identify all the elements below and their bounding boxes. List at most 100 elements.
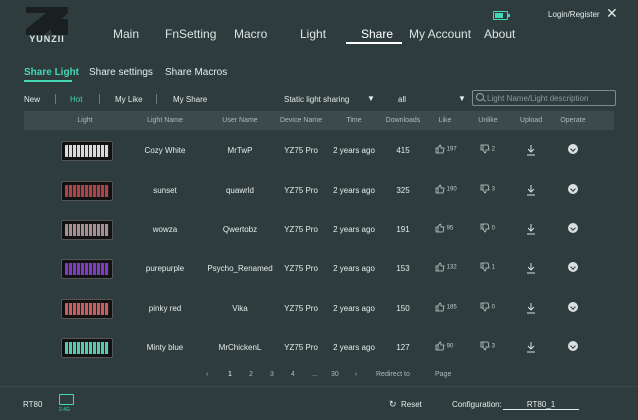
page-3[interactable]: 3: [270, 371, 274, 378]
download-count: 191: [396, 225, 410, 234]
filter-hot[interactable]: Hot: [70, 95, 82, 104]
nav-fnsetting[interactable]: FnSetting: [165, 27, 216, 41]
light-name: sunset: [153, 186, 177, 195]
pagination-next[interactable]: ›: [355, 371, 357, 378]
nav-light[interactable]: Light: [300, 27, 326, 41]
unlike-count: 1: [491, 264, 496, 271]
operate-dropdown-icon[interactable]: [568, 341, 578, 351]
download-icon[interactable]: [526, 262, 536, 274]
col-light: Light: [77, 117, 93, 124]
configuration-label: Configuration:: [452, 400, 502, 409]
thumbs-down-icon: [480, 184, 490, 194]
page-2[interactable]: 2: [249, 371, 253, 378]
nav-main[interactable]: Main: [113, 27, 139, 41]
light-name: pinky red: [148, 304, 182, 313]
thumbs-up-icon: [435, 302, 445, 312]
search-icon: [476, 93, 484, 101]
light-preview-thumbnail[interactable]: [61, 220, 113, 240]
unlike-button[interactable]: 1: [480, 262, 495, 272]
close-icon[interactable]: ✕: [606, 5, 618, 22]
download-icon[interactable]: [526, 184, 536, 196]
like-button[interactable]: 90: [435, 341, 453, 351]
dropdown-arrow-icon[interactable]: ▼: [458, 94, 466, 103]
thumbs-down-icon: [480, 341, 490, 351]
unlike-button[interactable]: 2: [480, 144, 495, 154]
operate-dropdown-icon[interactable]: [568, 223, 578, 233]
thumbs-up-icon: [435, 341, 445, 351]
light-preview-thumbnail[interactable]: [61, 299, 113, 319]
like-button[interactable]: 95: [435, 223, 453, 233]
unlike-button[interactable]: 3: [480, 184, 495, 194]
unlike-button[interactable]: 0: [480, 223, 495, 233]
thumbs-down-icon: [480, 144, 490, 154]
subtab-share-macros[interactable]: Share Macros: [165, 67, 227, 78]
reset-icon[interactable]: ↻: [389, 399, 397, 410]
like-button[interactable]: 132: [435, 262, 457, 272]
like-count: 95: [446, 225, 454, 232]
thumbs-down-icon: [480, 302, 490, 312]
thumbs-up-icon: [435, 223, 445, 233]
search-box[interactable]: [472, 90, 616, 106]
unlike-count: 0: [491, 304, 496, 311]
filter-divider: [55, 94, 56, 104]
light-name: Minty blue: [146, 343, 184, 352]
operate-dropdown-icon[interactable]: [568, 144, 578, 154]
page-4[interactable]: 4: [291, 371, 295, 378]
light-preview-thumbnail[interactable]: [61, 181, 113, 201]
subtab-share-light[interactable]: Share Light: [24, 67, 79, 78]
filter-my-like[interactable]: My Like: [115, 95, 143, 104]
unlike-button[interactable]: 3: [480, 341, 495, 351]
keyboard-icon[interactable]: [59, 394, 74, 405]
reset-button[interactable]: Reset: [401, 400, 422, 409]
redirect-label: Redirect to: [376, 371, 410, 378]
download-count: 325: [396, 186, 410, 195]
page-1[interactable]: 1: [228, 371, 232, 378]
download-count: 415: [396, 146, 410, 155]
configuration-select[interactable]: RT80_1: [503, 400, 579, 410]
device-dropdown[interactable]: all: [398, 95, 406, 104]
filter-new[interactable]: New: [24, 95, 40, 104]
page-30[interactable]: 30: [331, 371, 339, 378]
dropdown-arrow-icon[interactable]: ▼: [367, 94, 375, 103]
subtab-share-settings[interactable]: Share settings: [89, 67, 153, 78]
download-icon[interactable]: [526, 223, 536, 235]
nav-about[interactable]: About: [484, 27, 515, 41]
pagination-prev[interactable]: ‹: [206, 371, 208, 378]
page-ellipsis: ...: [312, 371, 318, 378]
nav-share[interactable]: Share: [361, 27, 393, 41]
unlike-button[interactable]: 0: [480, 302, 495, 312]
filter-my-share[interactable]: My Share: [173, 95, 207, 104]
nav-my-account[interactable]: My Account: [409, 27, 471, 41]
filter-divider: [156, 94, 157, 104]
download-icon[interactable]: [526, 341, 536, 353]
unlike-count: 2: [491, 146, 496, 153]
light-preview-thumbnail[interactable]: [61, 338, 113, 358]
download-icon[interactable]: [526, 302, 536, 314]
download-count: 127: [396, 343, 410, 352]
like-count: 132: [446, 264, 457, 271]
share-type-dropdown[interactable]: Static light sharing: [284, 95, 349, 104]
thumbs-down-icon: [480, 223, 490, 233]
download-count: 150: [396, 304, 410, 313]
nav-macro[interactable]: Macro: [234, 27, 267, 41]
operate-dropdown-icon[interactable]: [568, 262, 578, 272]
light-name: Cozy White: [144, 146, 186, 155]
login-register-link[interactable]: Login/Register: [548, 10, 600, 19]
brand-name: YUNZII: [29, 34, 65, 44]
search-input[interactable]: [487, 92, 611, 104]
download-icon[interactable]: [526, 144, 536, 156]
thumbs-down-icon: [480, 262, 490, 272]
like-count: 190: [446, 186, 457, 193]
light-preview-thumbnail[interactable]: [61, 141, 113, 161]
like-button[interactable]: 190: [435, 184, 457, 194]
page-label: Page: [435, 371, 452, 378]
battery-level: [495, 13, 503, 18]
operate-dropdown-icon[interactable]: [568, 302, 578, 312]
thumbs-up-icon: [435, 144, 445, 154]
like-button[interactable]: 185: [435, 302, 457, 312]
operate-dropdown-icon[interactable]: [568, 184, 578, 194]
download-count: 153: [396, 264, 410, 273]
light-name: purepurple: [145, 264, 185, 273]
like-button[interactable]: 197: [435, 144, 457, 154]
light-preview-thumbnail[interactable]: [61, 259, 113, 279]
